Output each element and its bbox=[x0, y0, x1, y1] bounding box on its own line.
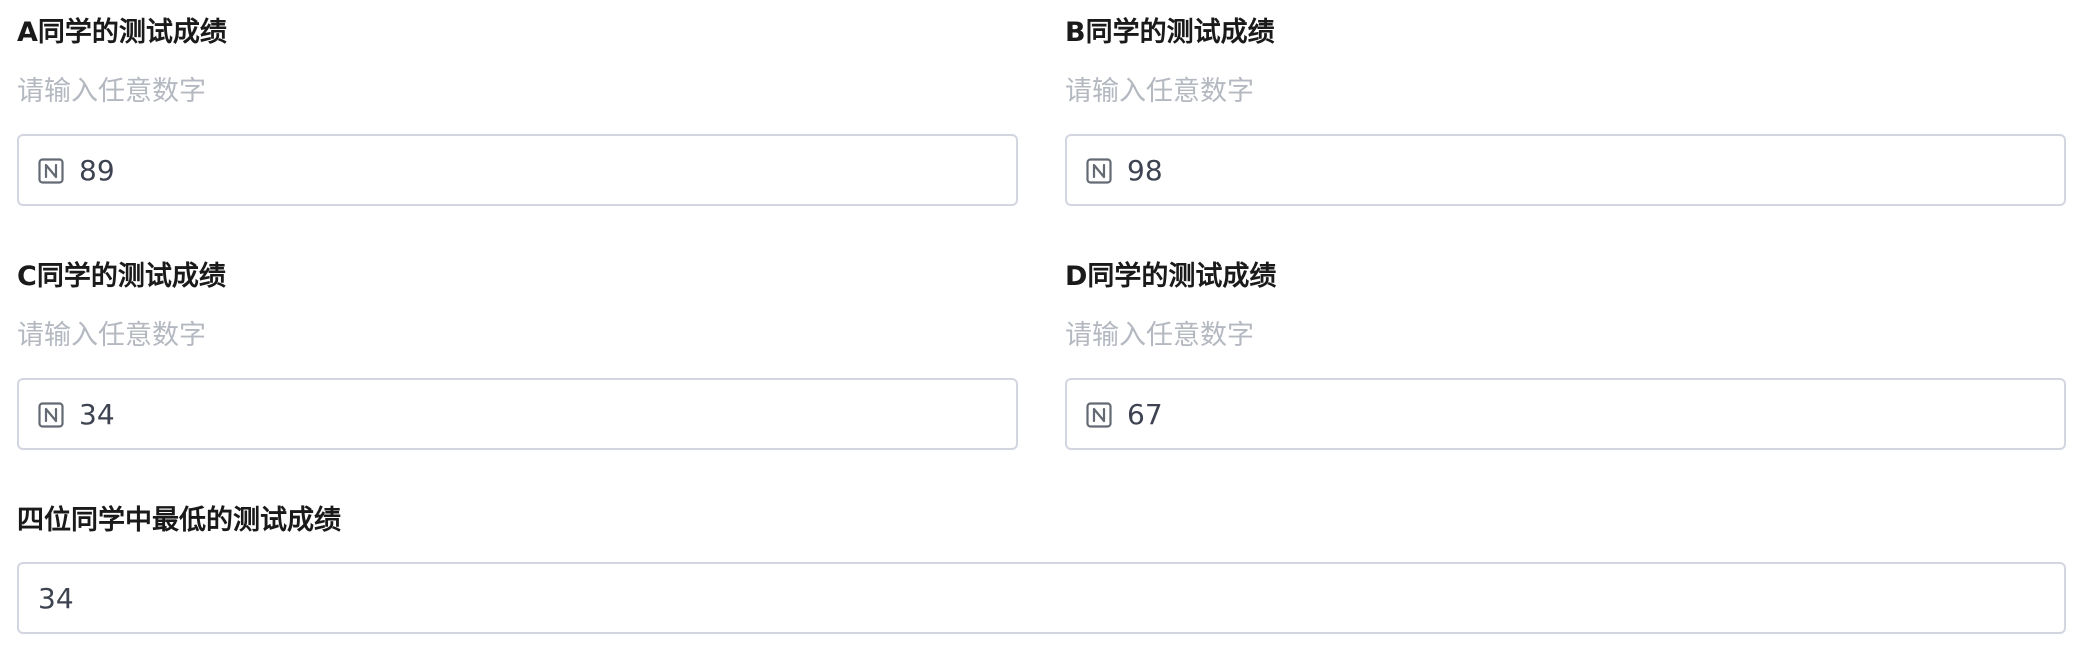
score-input-b-value: 98 bbox=[1127, 153, 1163, 187]
number-field-icon bbox=[1086, 158, 1112, 184]
number-field-icon bbox=[38, 158, 64, 184]
score-field-c-label: C同学的测试成绩 bbox=[17, 261, 226, 292]
score-field-b-hint: 请输入任意数字 bbox=[1065, 76, 1254, 107]
score-field-a-hint: 请输入任意数字 bbox=[17, 76, 206, 107]
score-field-b-label: B同学的测试成绩 bbox=[1065, 17, 1275, 48]
number-field-icon bbox=[38, 402, 64, 428]
score-field-a-label: A同学的测试成绩 bbox=[17, 17, 227, 48]
score-field-a: A同学的测试成绩 请输入任意数字 89 bbox=[17, 16, 1018, 206]
score-input-a[interactable]: 89 bbox=[17, 134, 1018, 206]
score-field-d-label: D同学的测试成绩 bbox=[1065, 261, 1277, 292]
min-score-output: 34 bbox=[17, 562, 2066, 634]
form-page: { "fields": [ {"label": "A同学的测试成绩", "hin… bbox=[0, 0, 2082, 652]
min-score-value: 34 bbox=[38, 581, 74, 615]
score-field-d-hint: 请输入任意数字 bbox=[1065, 320, 1254, 351]
score-field-c-hint: 请输入任意数字 bbox=[17, 320, 206, 351]
min-score-field: 四位同学中最低的测试成绩 34 bbox=[17, 504, 2066, 634]
score-field-c: C同学的测试成绩 请输入任意数字 34 bbox=[17, 260, 1018, 450]
score-field-d: D同学的测试成绩 请输入任意数字 67 bbox=[1065, 260, 2066, 450]
score-input-c-value: 34 bbox=[79, 397, 115, 431]
score-input-d-value: 67 bbox=[1127, 397, 1163, 431]
score-field-b: B同学的测试成绩 请输入任意数字 98 bbox=[1065, 16, 2066, 206]
score-input-d[interactable]: 67 bbox=[1065, 378, 2066, 450]
score-input-c[interactable]: 34 bbox=[17, 378, 1018, 450]
score-input-a-value: 89 bbox=[79, 153, 115, 187]
min-score-label: 四位同学中最低的测试成绩 bbox=[17, 505, 341, 536]
score-input-b[interactable]: 98 bbox=[1065, 134, 2066, 206]
number-field-icon bbox=[1086, 402, 1112, 428]
